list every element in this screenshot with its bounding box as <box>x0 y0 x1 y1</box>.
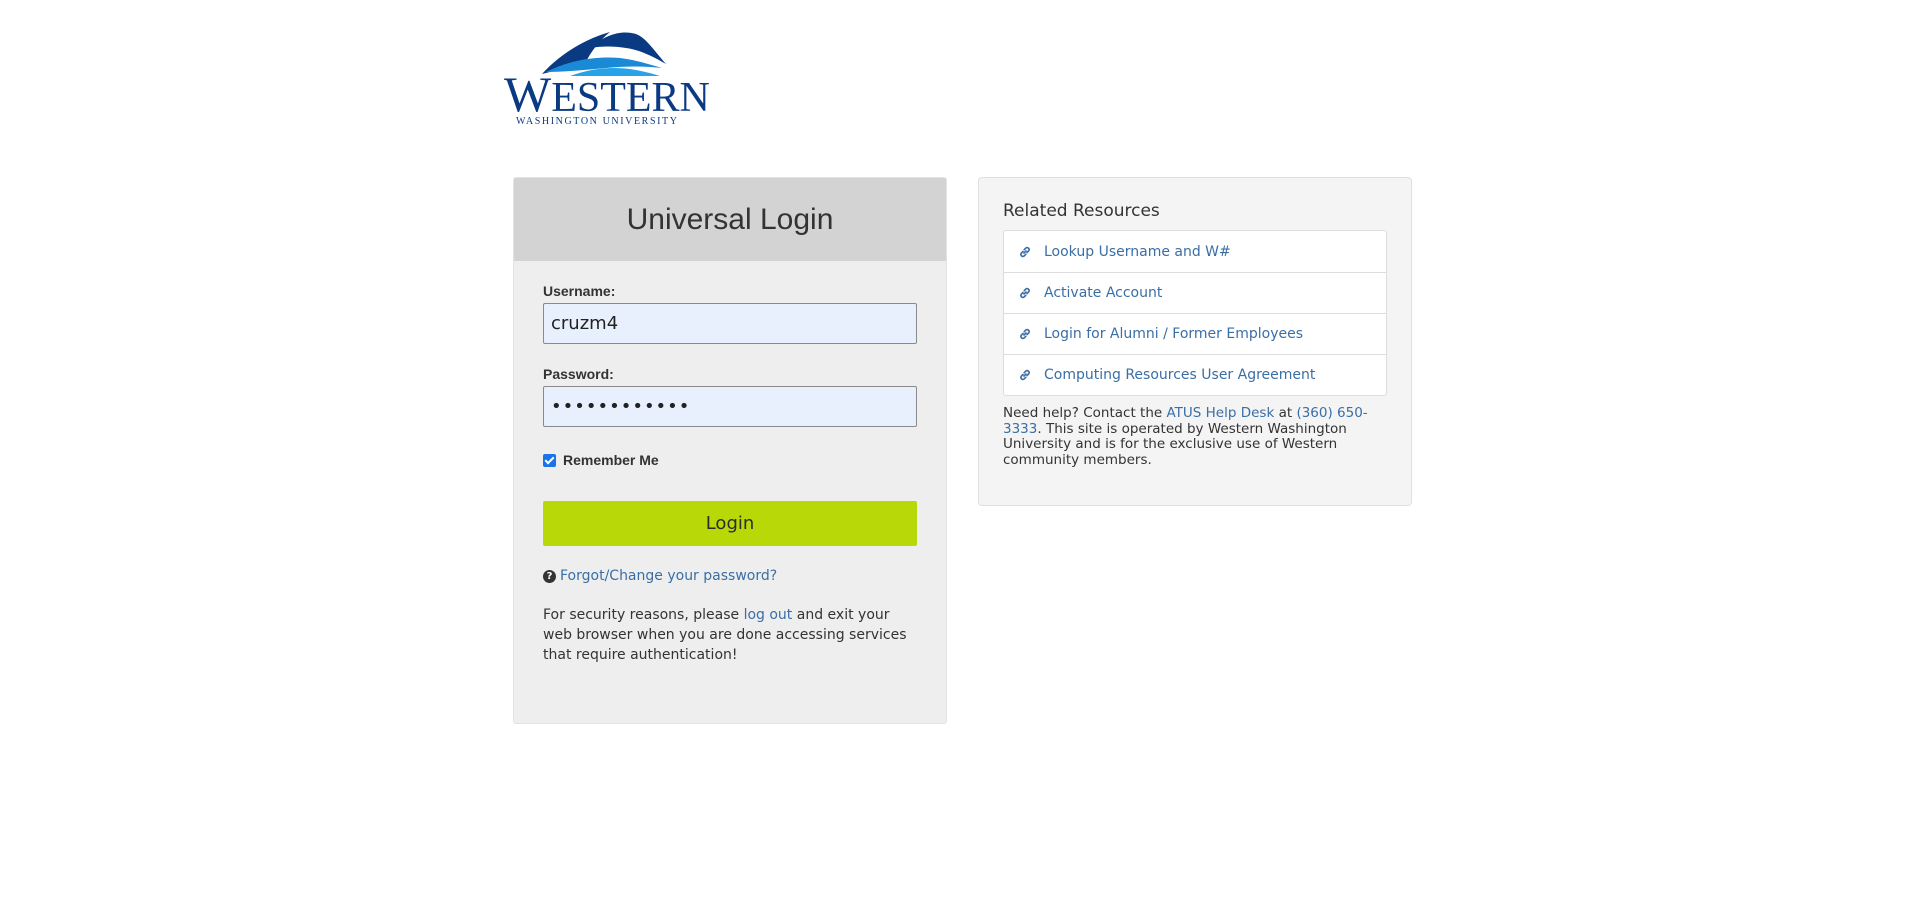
remember-me-label[interactable]: Remember Me <box>563 452 659 468</box>
help-text: Need help? Contact the ATUS Help Desk at… <box>1003 405 1368 468</box>
forgot-password-row: ? Forgot/Change your password? <box>543 568 917 584</box>
resource-link-user-agreement[interactable]: Computing Resources User Agreement <box>1004 354 1386 395</box>
remember-me-checkbox[interactable] <box>543 453 556 467</box>
login-panel: Universal Login Username: Password: Reme… <box>513 177 947 724</box>
resource-label: Computing Resources User Agreement <box>1044 367 1316 383</box>
password-input[interactable] <box>543 386 917 427</box>
resource-label: Login for Alumni / Former Employees <box>1044 326 1303 342</box>
related-resources-panel: Related Resources Lookup Username and W#… <box>978 177 1412 506</box>
link-icon <box>1020 328 1030 340</box>
login-button[interactable]: Login <box>543 501 917 546</box>
login-title: Universal Login <box>626 202 834 236</box>
resources-list: Lookup Username and W# Activate Account … <box>1003 230 1387 396</box>
username-input[interactable] <box>543 303 917 344</box>
link-icon <box>1020 246 1030 257</box>
username-label: Username: <box>543 283 616 299</box>
resource-link-alumni-login[interactable]: Login for Alumni / Former Employees <box>1004 313 1386 354</box>
western-logo[interactable]: WESTERN WASHINGTON UNIVERSITY <box>504 26 710 127</box>
question-circle-icon: ? <box>543 569 556 583</box>
resource-label: Lookup Username and W# <box>1044 243 1231 260</box>
logo-wordmark: WESTERN <box>504 66 710 122</box>
atus-help-desk-link[interactable]: ATUS Help Desk <box>1166 405 1274 421</box>
waves-mountain-icon <box>542 32 666 76</box>
remember-me-row: Remember Me <box>543 451 917 469</box>
link-icon <box>1020 369 1030 381</box>
link-icon <box>1020 287 1030 299</box>
logo-subtitle: WASHINGTON UNIVERSITY <box>516 116 679 127</box>
security-note: For security reasons, please log out and… <box>543 607 907 663</box>
resource-link-activate-account[interactable]: Activate Account <box>1004 272 1386 313</box>
log-out-link[interactable]: log out <box>744 607 793 623</box>
forgot-password-link[interactable]: Forgot/Change your password? <box>560 568 777 584</box>
resource-link-lookup-username[interactable]: Lookup Username and W# <box>1004 231 1386 272</box>
login-form: Username: Password: Remember Me Login ? … <box>514 283 946 665</box>
password-label: Password: <box>543 366 614 382</box>
related-resources-title: Related Resources <box>1003 201 1160 221</box>
page: WESTERN WASHINGTON UNIVERSITY Universal … <box>0 0 1913 912</box>
login-header: Universal Login <box>514 178 946 261</box>
resource-label: Activate Account <box>1044 285 1163 301</box>
